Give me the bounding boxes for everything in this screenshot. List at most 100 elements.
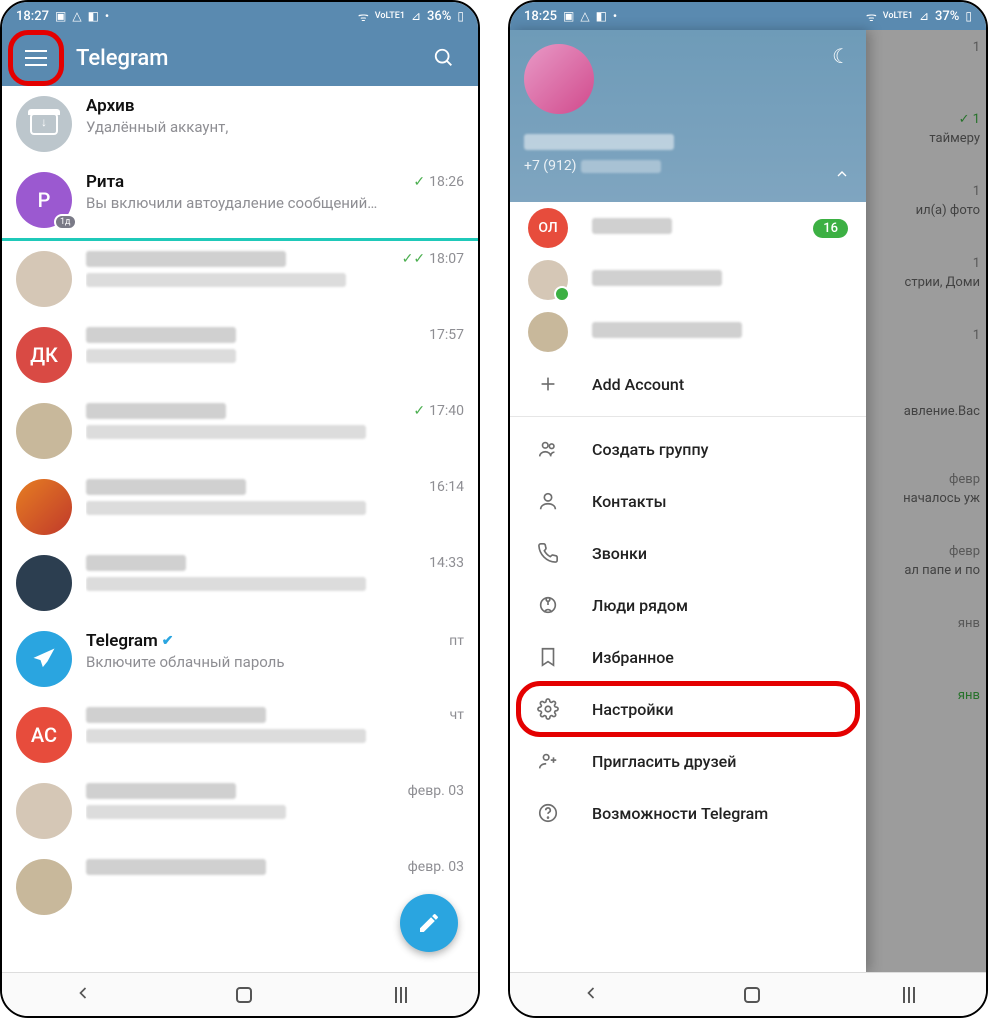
nav-back[interactable] [73,983,93,1007]
chat-name: Рита [86,172,124,192]
nav-recent[interactable] [395,987,407,1003]
image-icon: ▣ [55,9,66,23]
dim-overlay [866,30,986,972]
nav-home[interactable] [744,987,760,1003]
chat-name [86,251,286,267]
chat-name [86,479,246,495]
signal-icon: ⊿ [411,9,421,23]
status-time: 18:25 [524,9,557,24]
status-bar: 18:25 ▣ △ ◧ • ᯤ VoLTE1 ⊿ 37% ▯ [510,2,986,30]
nav-bar [2,972,478,1016]
menu-label: Люди рядом [592,596,848,615]
signal-icon: ⊿ [919,9,929,23]
new-message-fab[interactable] [400,894,458,952]
timer-badge: 1д [54,214,77,230]
nav-home[interactable] [236,987,252,1003]
chat-avatar [16,479,72,535]
chat-item[interactable]: АСчт [2,697,478,773]
chat-avatar [16,783,72,839]
account-label [592,218,789,238]
menu-item-call[interactable]: Звонки [510,527,866,579]
chat-avatar: ДК [16,327,72,383]
nav-recent[interactable] [903,987,915,1003]
menu-button[interactable] [12,34,60,82]
chat-time: 16:14 [429,479,464,495]
menu-item-help[interactable]: Возможности Telegram [510,787,866,839]
app-title: Telegram [76,46,420,71]
chat-name [86,327,236,343]
chat-message [86,269,464,291]
drawer-menu: ОЛ16 Add Account Создать группу Контакты Зво… [510,202,866,972]
menu-label: Add Account [592,375,848,394]
unread-badge: 16 [813,219,848,238]
chat-name [86,555,186,571]
drawer-header[interactable]: ☾ +7 (912) [510,30,866,202]
chat-item[interactable]: АрхивУдалённый аккаунт, [2,86,478,162]
battery-text: 36% [427,9,451,24]
chat-name: Telegram✔ [86,631,174,651]
menu-item-group[interactable]: Создать группу [510,423,866,475]
image-icon: ▣ [563,9,574,23]
menu-item-nearby[interactable]: Люди рядом [510,579,866,631]
chat-item[interactable]: ✓✓18:07 [2,241,478,317]
chat-item[interactable]: 14:33 [2,545,478,621]
chat-time: ✓18:26 [413,174,464,190]
chat-item[interactable]: Telegram✔птВключите облачный пароль [2,621,478,697]
chat-item[interactable]: 16:14 [2,469,478,545]
menu-label: Настройки [592,700,848,719]
night-mode-icon[interactable]: ☾ [832,44,850,68]
nav-back[interactable] [581,983,601,1007]
app-header: Telegram [2,30,478,86]
add-account-item[interactable]: Add Account [510,358,866,410]
chat-message [86,801,464,823]
menu-label: Пригласить друзей [592,752,848,771]
battery-text: 37% [935,9,959,24]
chat-name [86,783,236,799]
chat-time: февр. 03 [408,859,464,875]
group-icon [528,438,568,460]
invite-icon [528,750,568,772]
menu-item-settings[interactable]: Настройки [510,683,866,735]
chat-time: 17:57 [429,327,464,343]
app-icon: ◧ [596,9,607,23]
call-icon [528,542,568,564]
chat-avatar [16,96,72,152]
chat-message [86,497,464,519]
chat-message [86,421,464,443]
chat-name: Архив [86,96,134,116]
chat-avatar [16,251,72,307]
phone-right: 18:25 ▣ △ ◧ • ᯤ VoLTE1 ⊿ 37% ▯ 1✓ 1тайме… [508,0,988,1018]
expand-accounts-icon[interactable] [834,166,850,186]
nav-drawer: ☾ +7 (912) ОЛ16 Add Account Создать группу… [510,30,866,972]
account-item[interactable] [510,306,866,358]
chat-name [86,403,226,419]
chat-item[interactable]: ✓17:40 [2,393,478,469]
bookmark-icon [528,646,568,668]
status-time: 18:27 [16,9,49,24]
chat-avatar [16,555,72,611]
read-check-icon: ✓ [413,174,425,190]
chat-item[interactable]: ДК 17:57 [2,317,478,393]
menu-label: Создать группу [592,440,848,459]
menu-item-bookmark[interactable]: Избранное [510,631,866,683]
menu-item-invite[interactable]: Пригласить друзей [510,735,866,787]
menu-label: Звонки [592,544,848,563]
verified-icon: ✔ [162,633,174,649]
account-item[interactable] [510,254,866,306]
search-button[interactable] [420,47,468,69]
chat-time: ✓17:40 [413,403,464,419]
account-label [592,322,848,342]
user-phone: +7 (912) [524,158,852,174]
menu-item-contact[interactable]: Контакты [510,475,866,527]
user-avatar[interactable] [524,44,594,114]
menu-separator [510,416,866,417]
chat-item[interactable]: P1дРита✓18:26Вы включили автоудаление со… [2,162,478,238]
nearby-icon [528,594,568,616]
chat-list[interactable]: АрхивУдалённый аккаунт,P1дРита✓18:26Вы в… [2,86,478,972]
chat-item[interactable]: февр. 03 [2,773,478,849]
account-item[interactable]: ОЛ16 [510,202,866,254]
contact-icon [528,490,568,512]
highlight-circle [8,30,64,86]
chat-message [86,573,464,595]
battery-icon: ▯ [965,9,972,23]
